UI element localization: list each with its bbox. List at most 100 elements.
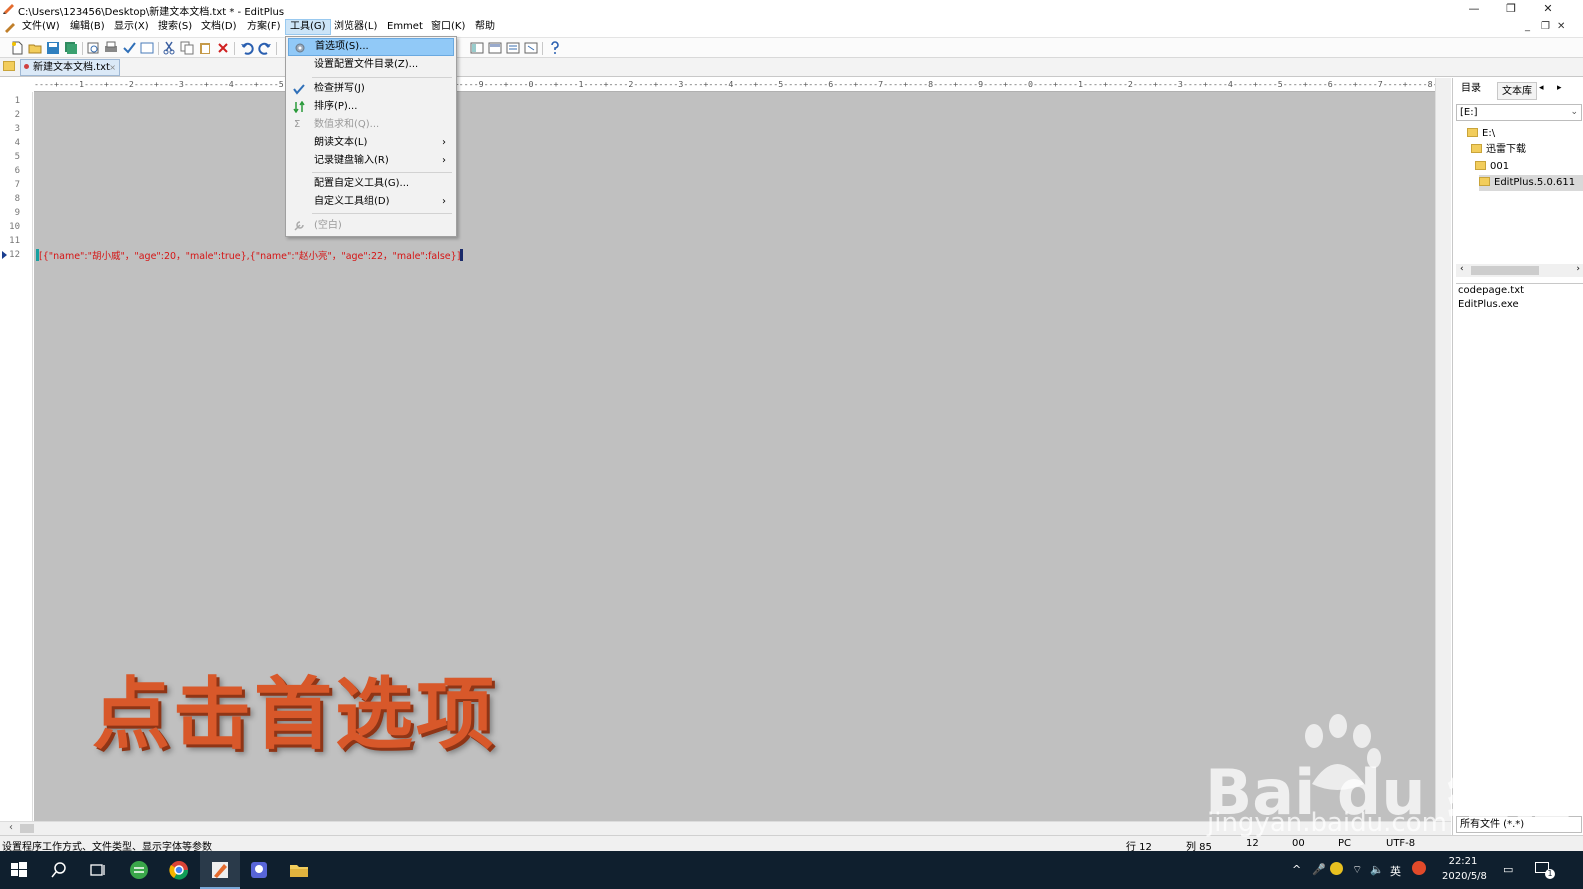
- menu-search[interactable]: 搜索(S): [154, 19, 196, 35]
- menu-tools[interactable]: 工具(G): [285, 19, 331, 35]
- ime-indicator[interactable]: 英: [1390, 863, 1401, 879]
- paste-icon[interactable]: [198, 41, 212, 55]
- volume-icon[interactable]: 🔈: [1370, 863, 1384, 876]
- minimize-button[interactable]: —: [1456, 0, 1492, 18]
- print-preview-icon[interactable]: [86, 41, 100, 55]
- instruction-caption: 点击首选项: [92, 670, 498, 760]
- file-explorer-icon[interactable]: [288, 859, 310, 881]
- delete-icon[interactable]: [216, 41, 230, 55]
- copy-icon[interactable]: [180, 41, 194, 55]
- menu-project[interactable]: 方案(F): [243, 19, 285, 35]
- submenu-arrow-icon: ›: [442, 137, 446, 148]
- spellcheck-icon[interactable]: [122, 41, 136, 55]
- tree-item-drive[interactable]: E:\: [1467, 126, 1495, 142]
- split-view-icon[interactable]: [488, 41, 502, 55]
- line-number: 3: [14, 124, 20, 134]
- desktop-notes-icon[interactable]: ▭: [1503, 863, 1513, 876]
- redo-icon[interactable]: [258, 41, 272, 55]
- mdi-minimize-button[interactable]: _: [1525, 21, 1530, 32]
- menu-document[interactable]: 文档(D): [197, 19, 241, 35]
- menu-item-sort[interactable]: 排序(P)...: [288, 98, 454, 116]
- windows-start-icon[interactable]: [8, 859, 30, 881]
- menu-browser[interactable]: 浏览器(L): [330, 19, 381, 35]
- status-char-code: 00: [1292, 838, 1305, 849]
- save-icon[interactable]: [46, 41, 60, 55]
- hscroll-thumb[interactable]: [20, 824, 34, 833]
- tab-new-text-document[interactable]: 新建文本文档.txt ×: [20, 59, 120, 76]
- submenu-arrow-icon: ›: [442, 196, 446, 207]
- menu-file[interactable]: 文件(W): [18, 19, 64, 35]
- menu-item-preferences[interactable]: 首选项(S)...: [288, 38, 454, 56]
- app-green-icon[interactable]: [128, 859, 150, 881]
- scroll-left-icon[interactable]: ‹: [1460, 264, 1464, 274]
- action-center-icon[interactable]: 1: [1535, 860, 1555, 879]
- tab-close-icon[interactable]: ×: [109, 60, 116, 75]
- menu-item-empty: (空白): [288, 217, 454, 235]
- undo-icon[interactable]: [240, 41, 254, 55]
- editor-vertical-scrollbar[interactable]: [1435, 78, 1451, 821]
- fullscreen-icon[interactable]: [524, 41, 538, 55]
- menu-view[interactable]: 显示(X): [110, 19, 153, 35]
- code-line-12[interactable]: [{"name":"胡小威"，"age":20，"male":true},{"n…: [36, 248, 464, 262]
- save-all-icon[interactable]: [64, 41, 78, 55]
- sogou-ime-icon[interactable]: [1412, 861, 1426, 875]
- menu-window[interactable]: 窗口(K): [427, 19, 469, 35]
- search-icon[interactable]: [48, 859, 70, 881]
- browser-icon[interactable]: [140, 41, 154, 55]
- menu-item-config-dir[interactable]: 设置配置文件目录(Z)...: [288, 56, 454, 74]
- tree-scroll-thumb[interactable]: [1471, 266, 1539, 275]
- tray-expand-icon[interactable]: ^: [1292, 863, 1301, 876]
- tab-directory[interactable]: 目录: [1457, 80, 1485, 98]
- new-file-icon[interactable]: [10, 41, 24, 55]
- scroll-left-icon[interactable]: ‹: [9, 822, 13, 833]
- tree-horizontal-scrollbar[interactable]: ‹ ›: [1456, 264, 1583, 277]
- cut-icon[interactable]: [162, 41, 176, 55]
- mdi-close-button[interactable]: ✕: [1557, 21, 1565, 32]
- tree-item-label: EditPlus.5.0.611: [1494, 177, 1576, 188]
- tree-item-label: 迅雷下载: [1486, 144, 1526, 155]
- window-list-icon[interactable]: [506, 41, 520, 55]
- menu-item-label: 首选项(S)...: [315, 41, 369, 52]
- help-icon[interactable]: [548, 41, 562, 55]
- file-item[interactable]: codepage.txt: [1456, 284, 1583, 298]
- menu-item-label: 数值求和(Q)...: [314, 119, 380, 130]
- menu-item-record-keys[interactable]: 记录键盘输入(R) ›: [288, 152, 454, 170]
- print-icon[interactable]: [104, 41, 118, 55]
- folder-icon: [1475, 161, 1486, 170]
- network-icon[interactable]: ⌔: [1352, 863, 1362, 877]
- mdi-restore-button[interactable]: ❐: [1541, 21, 1550, 32]
- status-encoding: UTF-8: [1386, 838, 1416, 849]
- tray-app-icon[interactable]: [1330, 862, 1343, 875]
- close-button[interactable]: ✕: [1530, 0, 1566, 18]
- menu-item-tool-groups[interactable]: 自定义工具组(D) ›: [288, 193, 454, 211]
- toolbar-separator: [158, 42, 159, 55]
- panel-prev-icon[interactable]: ◂: [1539, 83, 1544, 93]
- restore-button[interactable]: ❐: [1493, 0, 1529, 18]
- task-view-icon[interactable]: [87, 859, 109, 881]
- menu-emmet[interactable]: Emmet: [383, 19, 427, 35]
- menu-item-spellcheck[interactable]: 检查拼写(J): [288, 80, 454, 98]
- tree-item-editplus[interactable]: EditPlus.5.0.611: [1479, 175, 1583, 191]
- clock-date: 2020/5/8: [1442, 871, 1487, 882]
- drive-select[interactable]: [E:] ⌄: [1456, 104, 1582, 121]
- tree-item-thunder[interactable]: 迅雷下载: [1471, 142, 1526, 158]
- file-item[interactable]: EditPlus.exe: [1456, 298, 1583, 312]
- microphone-icon[interactable]: 🎤: [1312, 863, 1326, 876]
- panel-next-icon[interactable]: ▸: [1557, 83, 1562, 93]
- menu-item-read-aloud[interactable]: 朗读文本(L) ›: [288, 134, 454, 152]
- tree-item-001[interactable]: 001: [1475, 159, 1509, 175]
- menu-edit[interactable]: 编辑(B): [66, 19, 109, 35]
- tab-text-library[interactable]: 文本库: [1497, 82, 1537, 100]
- app-purple-icon[interactable]: [248, 859, 270, 881]
- taskbar-editplus-active[interactable]: [200, 851, 240, 889]
- system-clock[interactable]: 22:21 2020/5/8: [1442, 854, 1487, 884]
- menu-item-config-tools[interactable]: 配置自定义工具(G)...: [288, 175, 454, 193]
- menu-item-label: 配置自定义工具(G)...: [314, 178, 410, 189]
- menu-help[interactable]: 帮助: [471, 19, 499, 35]
- chrome-icon[interactable]: [168, 859, 190, 881]
- scroll-right-icon[interactable]: ›: [1576, 264, 1580, 274]
- editplus-app-icon: [3, 4, 14, 14]
- column-view-icon[interactable]: [470, 41, 484, 55]
- baidu-url-watermark: jingyan.baidu.com: [1207, 808, 1447, 838]
- open-folder-icon[interactable]: [28, 41, 42, 55]
